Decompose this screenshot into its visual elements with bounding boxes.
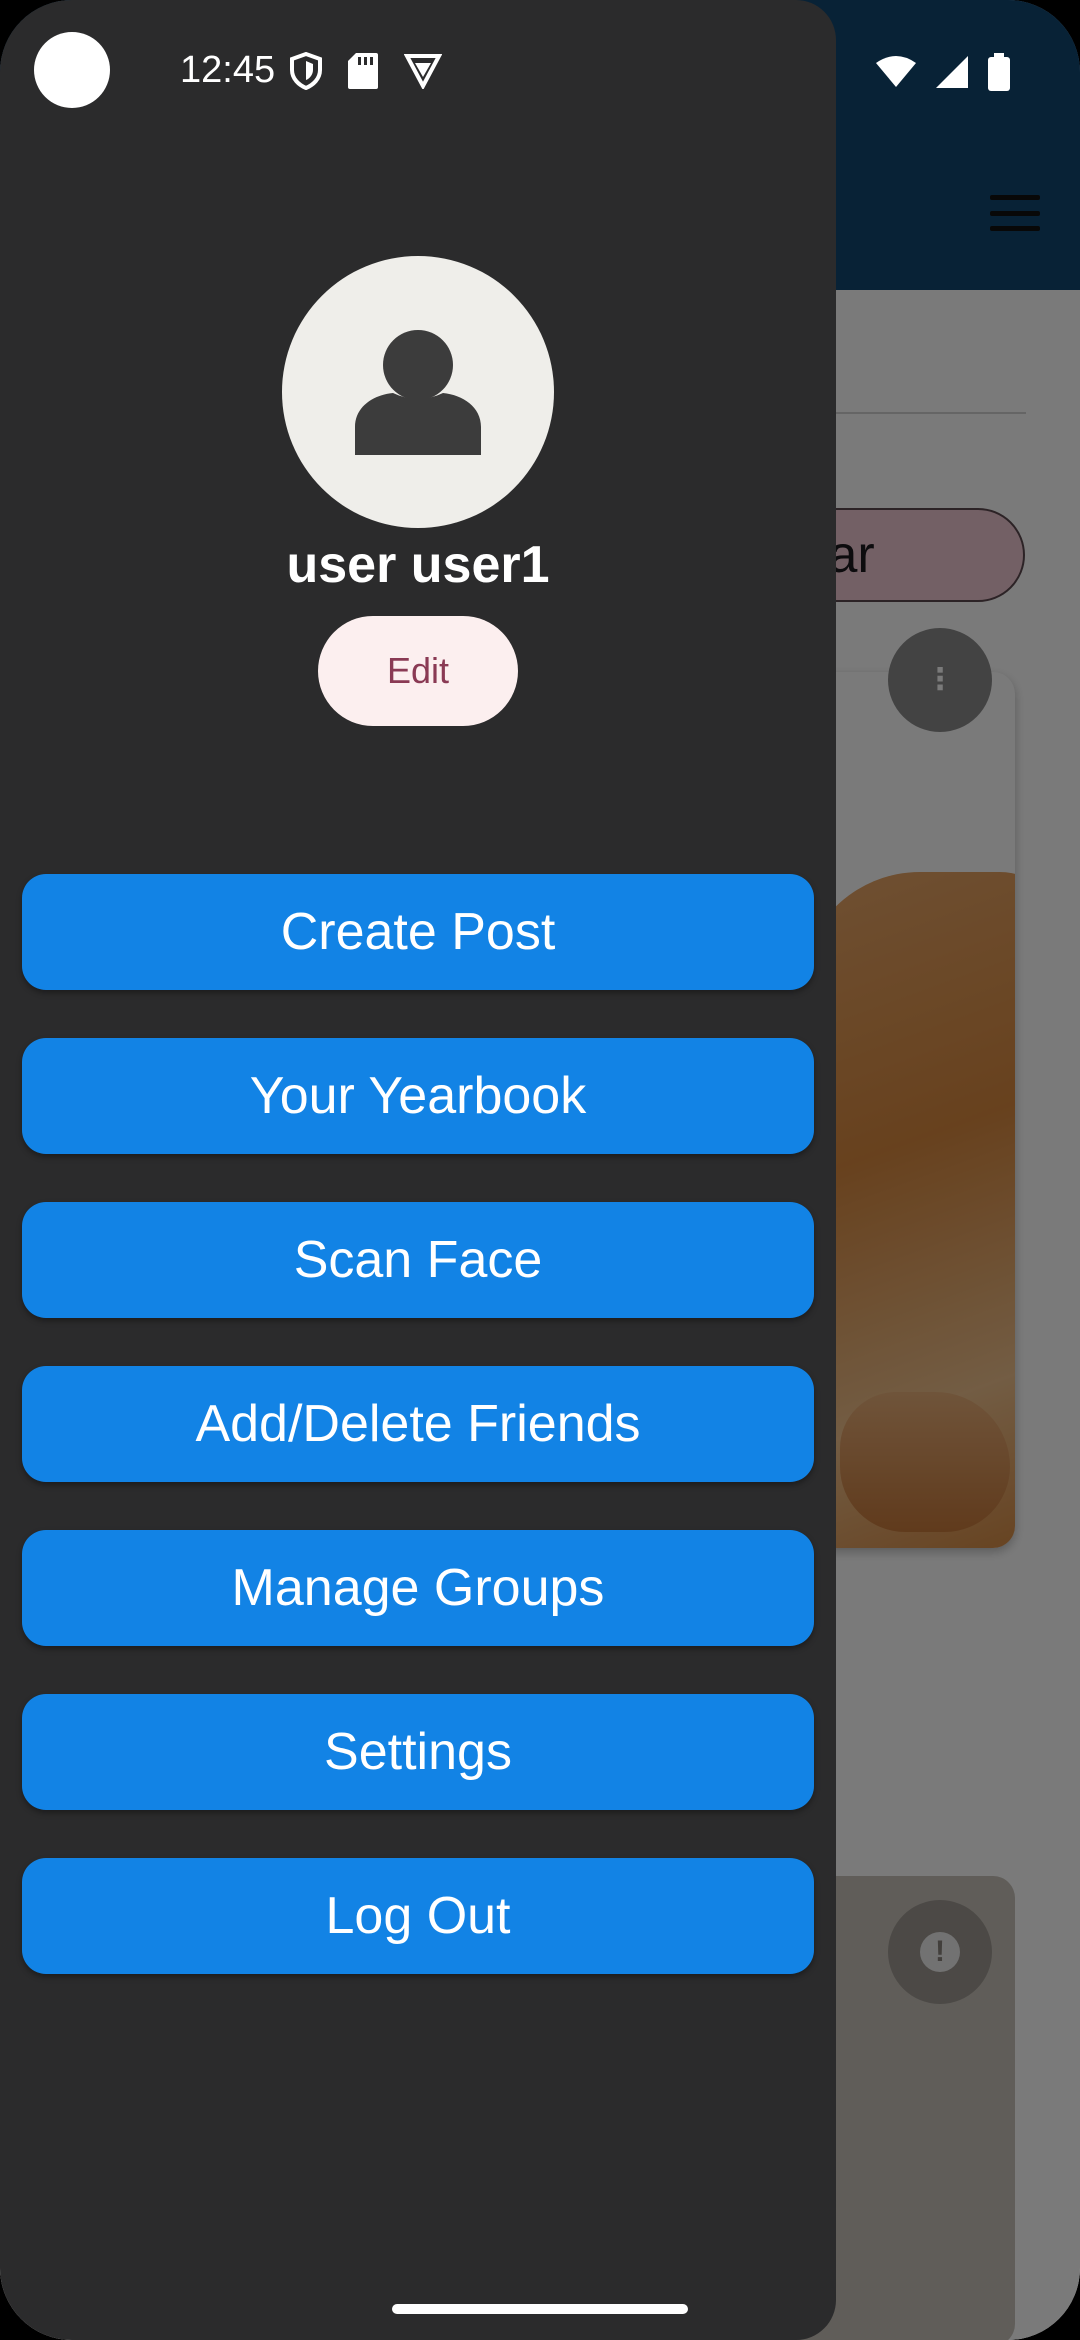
- avatar[interactable]: [282, 256, 554, 528]
- drawer-menu: Create Post Your Yearbook Scan Face Add/…: [22, 874, 814, 1974]
- divider: [830, 412, 1026, 414]
- signal-icon: [936, 56, 968, 88]
- manage-groups-button[interactable]: Manage Groups: [22, 1530, 814, 1646]
- clock: 12:45: [180, 49, 276, 91]
- status-bar: 12:45: [0, 0, 836, 140]
- cat-paw: [840, 1392, 1010, 1532]
- navigation-drawer: 12:45 user user1 Edit Create Post Your Y…: [0, 0, 836, 2340]
- status-icons-right: [876, 52, 1010, 92]
- your-yearbook-button[interactable]: Your Yearbook: [22, 1038, 814, 1154]
- report-button[interactable]: !: [888, 1900, 992, 2004]
- more-options-icon[interactable]: ⋮: [888, 628, 992, 732]
- home-indicator[interactable]: [392, 2304, 688, 2314]
- create-post-button[interactable]: Create Post: [22, 874, 814, 990]
- wifi-icon: [876, 56, 916, 87]
- log-out-button[interactable]: Log Out: [22, 1858, 814, 1974]
- hamburger-icon[interactable]: [990, 195, 1040, 231]
- add-delete-friends-button[interactable]: Add/Delete Friends: [22, 1366, 814, 1482]
- vpn-icon: [404, 54, 442, 89]
- user-name: user user1: [286, 536, 550, 594]
- scan-face-button[interactable]: Scan Face: [22, 1202, 814, 1318]
- phone-screen: ular ⋮ ! 12:45: [0, 0, 1080, 2340]
- battery-icon: [988, 53, 1010, 91]
- person-icon: [355, 330, 481, 455]
- alert-icon: !: [920, 1932, 960, 1972]
- edit-profile-button[interactable]: Edit: [318, 616, 518, 726]
- settings-button[interactable]: Settings: [22, 1694, 814, 1810]
- camera-cutout: [34, 32, 110, 108]
- shield-icon: [290, 52, 322, 90]
- sd-card-icon: [348, 53, 378, 89]
